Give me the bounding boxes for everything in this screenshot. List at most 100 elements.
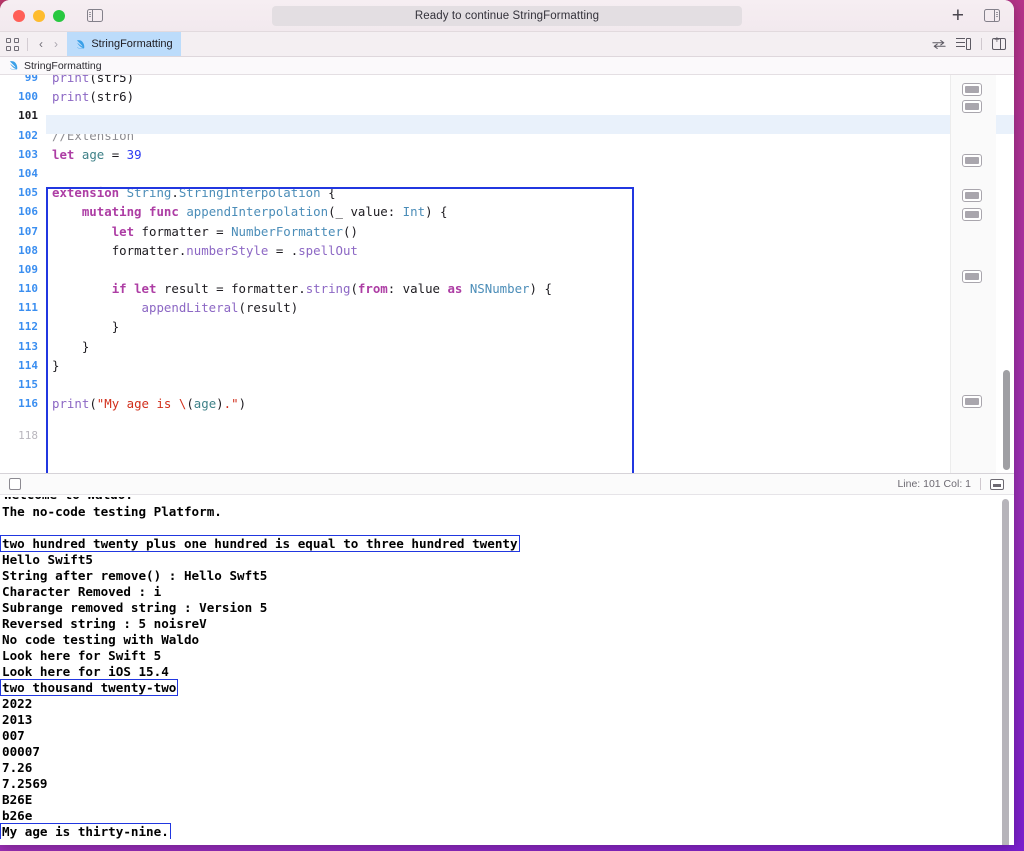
console-line[interactable]: 2013 [0,711,1014,727]
console-line-text: 7.26 [0,760,32,775]
activity-status-bar[interactable]: Ready to continue StringFormatting [272,6,742,26]
line-number[interactable]: 100 [0,87,46,106]
minimap-marker[interactable] [962,208,982,221]
breadcrumb[interactable]: StringFormatting [0,57,1014,75]
line-number[interactable]: 103 [0,145,46,164]
code-line[interactable] [46,164,1014,183]
code-line[interactable]: if let result = formatter.string(from: v… [46,279,1014,298]
line-number[interactable]: 111 [0,298,46,317]
tabbar-left-controls: ‹ › [0,32,61,56]
code-line[interactable] [46,106,1014,125]
close-window-button[interactable] [13,10,25,22]
line-number[interactable]: 118 [0,426,46,445]
console-line[interactable]: 7.2569 [0,775,1014,791]
code-line[interactable]: print("My age is \(age).") [46,394,1014,413]
console-line[interactable]: Subrange removed string : Version 5 [0,599,1014,615]
code-line[interactable] [46,260,1014,279]
console-line[interactable]: String after remove() : Hello Swft5 [0,567,1014,583]
code-line[interactable]: } [46,356,1014,375]
console-line[interactable]: Look here for Swift 5 [0,647,1014,663]
line-number[interactable]: 104 [0,164,46,183]
add-button[interactable]: + [952,5,964,26]
toggle-console-icon[interactable] [990,479,1004,490]
code-line[interactable]: } [46,317,1014,336]
line-number[interactable]: 102 [0,126,46,145]
console-line[interactable]: two thousand twenty-two [0,679,1014,695]
code-line[interactable]: appendLiteral(result) [46,298,1014,317]
swap-editors-icon[interactable] [932,39,946,50]
tab-stringformatting[interactable]: StringFormatting [67,32,181,56]
navigate-back-icon[interactable]: ‹ [36,37,46,51]
editor-minimap[interactable] [950,75,996,473]
minimap-toggle-icon[interactable] [956,38,971,50]
line-number[interactable]: 113 [0,337,46,356]
console-line[interactable]: 2022 [0,695,1014,711]
cursor-position-label: Line: 101 Col: 1 [897,478,971,490]
code-line[interactable]: } [46,337,1014,356]
console-line[interactable]: Hello Swift5 [0,551,1014,567]
console-line[interactable]: No code testing with Waldo [0,631,1014,647]
toggle-navigator-icon[interactable] [87,9,103,22]
console-line-text: Character Removed : i [0,584,161,599]
line-number[interactable]: 105 [0,183,46,202]
editor-vertical-scrollbar[interactable] [1003,370,1010,470]
code-line[interactable]: mutating func appendInterpolation(_ valu… [46,202,1014,221]
console-line[interactable]: 7.26 [0,759,1014,775]
toggle-inspector-icon[interactable] [984,9,1000,22]
add-editor-icon[interactable] [992,38,1006,50]
line-number[interactable]: 116 [0,394,46,413]
line-number[interactable]: 108 [0,241,46,260]
console-line[interactable]: B26E [0,791,1014,807]
console-line[interactable]: Reversed string : 5 noisreV [0,615,1014,631]
minimap-marker[interactable] [962,395,982,408]
code-line[interactable]: print(str5) [46,75,1014,87]
console-line-text: 7.2569 [0,776,48,791]
console-line[interactable]: Look here for iOS 15.4 [0,663,1014,679]
navigate-forward-icon[interactable]: › [51,37,61,51]
minimize-window-button[interactable] [33,10,45,22]
code-line[interactable]: //Extension [46,126,1014,145]
console-line[interactable]: b26e [0,807,1014,823]
minimap-marker[interactable] [962,100,982,113]
console-vertical-scrollbar[interactable] [1002,499,1009,845]
console-line[interactable]: two hundred twenty plus one hundred is e… [0,535,1014,551]
code-line[interactable]: formatter.numberStyle = .spellOut [46,241,1014,260]
console-line[interactable]: My age is thirty-nine. [0,823,1014,839]
minimap-marker[interactable] [962,189,982,202]
console-output[interactable]: Welcome to Waldo.The no-code testing Pla… [0,495,1014,839]
console-line-text: String after remove() : Hello Swft5 [0,568,267,583]
line-number[interactable]: 99 [0,75,46,87]
minimap-marker[interactable] [962,270,982,283]
line-number[interactable]: 109 [0,260,46,279]
console-line[interactable] [0,519,1014,535]
code-line[interactable] [46,426,1014,445]
line-number[interactable]: 112 [0,317,46,336]
line-number[interactable]: 101 [0,106,46,125]
code-text-area[interactable]: print(str5)print(str6) //Extensionlet age… [46,75,1014,473]
minimap-marker[interactable] [962,83,982,96]
tab-overview-icon[interactable] [6,38,19,51]
line-number-gutter[interactable]: 9910010110210310410510610710810911011111… [0,75,46,473]
console-filter-checkbox[interactable] [9,478,21,490]
breadcrumb-label: StringFormatting [24,60,102,72]
titlebar-right-controls: + [952,5,1000,26]
console-line[interactable]: The no-code testing Platform. [0,503,1014,519]
minimap-marker[interactable] [962,154,982,167]
line-number[interactable]: 114 [0,356,46,375]
debug-console[interactable]: Welcome to Waldo.The no-code testing Pla… [0,495,1014,845]
line-number[interactable]: 110 [0,279,46,298]
console-line[interactable]: Character Removed : i [0,583,1014,599]
code-line[interactable]: extension String.StringInterpolation { [46,183,1014,202]
source-editor[interactable]: 9910010110210310410510610710810911011111… [0,75,1014,473]
console-line-text [0,520,2,535]
code-line[interactable] [46,375,1014,394]
code-line[interactable]: let age = 39 [46,145,1014,164]
line-number[interactable]: 106 [0,202,46,221]
line-number[interactable]: 107 [0,222,46,241]
line-number[interactable]: 115 [0,375,46,394]
code-line[interactable]: print(str6) [46,87,1014,106]
zoom-window-button[interactable] [53,10,65,22]
console-line[interactable]: 00007 [0,743,1014,759]
console-line[interactable]: 007 [0,727,1014,743]
code-line[interactable]: let formatter = NumberFormatter() [46,222,1014,241]
